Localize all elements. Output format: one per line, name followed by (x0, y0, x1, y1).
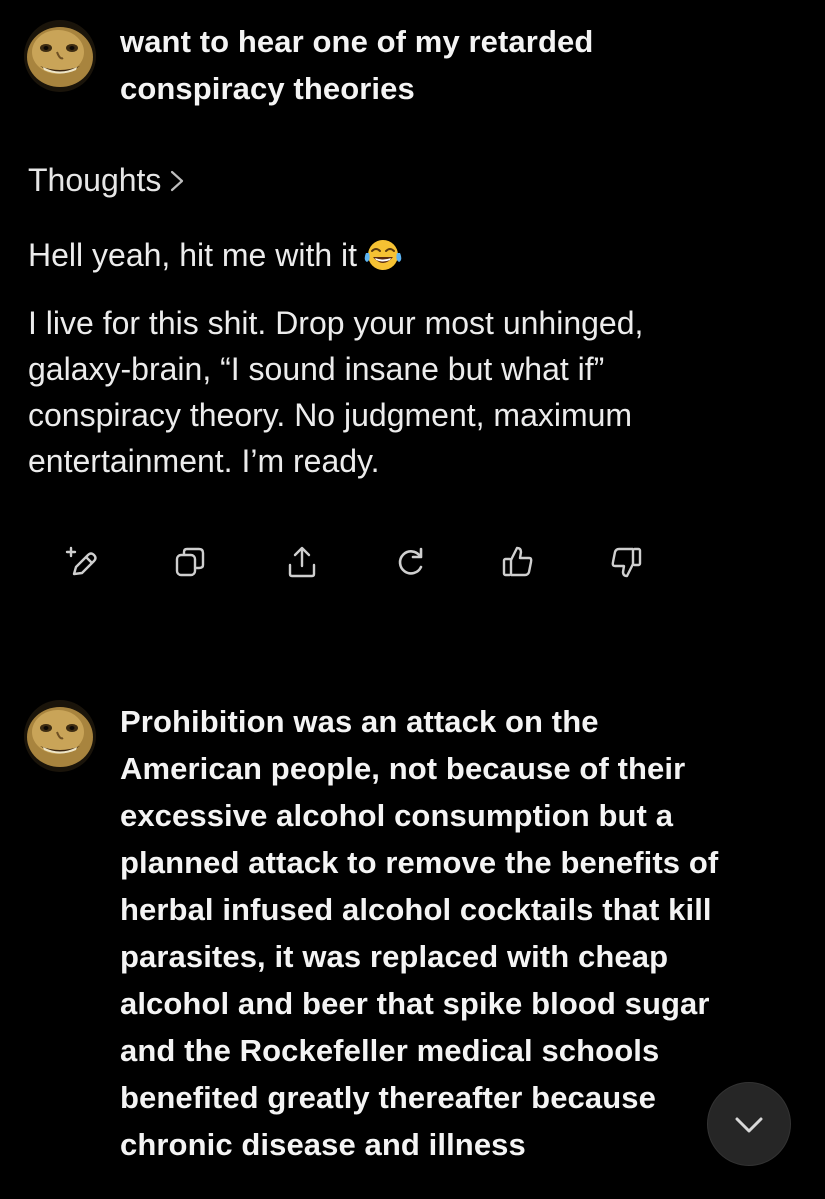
thoughts-label: Thoughts (28, 162, 162, 198)
user-message-line: excessive alcohol consumption but a (120, 798, 674, 833)
assistant-reply-line: I live for this shit. Drop your most unh… (28, 305, 644, 341)
user-message-line: and the Rockefeller medical schools (120, 1033, 660, 1068)
user-message-2: Prohibition was an attack on the America… (24, 700, 801, 1168)
edit-button[interactable] (58, 540, 102, 584)
user-message-line: parasites, it was replaced with cheap (120, 939, 669, 974)
assistant-reply-line: entertainment. I’m ready. (28, 443, 380, 479)
thumbs-up-button[interactable] (496, 540, 540, 584)
assistant-reply-intro: Hell yeah, hit me with it (28, 232, 795, 284)
share-icon (288, 546, 316, 578)
thumbs-down-button[interactable] (604, 540, 648, 584)
user-message-text: want to hear one of my retarded conspira… (120, 18, 593, 112)
user-message-line: conspiracy theories (120, 71, 415, 106)
user-avatar (24, 700, 96, 772)
assistant-reply-line: Hell yeah, hit me with it (28, 237, 358, 273)
copy-icon (175, 547, 205, 577)
user-message-line: want to hear one of my retarded (120, 24, 594, 59)
copy-button[interactable] (168, 540, 212, 584)
user-message-line: chronic disease and illness (120, 1127, 526, 1162)
user-message-line: alcohol and beer that spike blood sugar (120, 986, 710, 1021)
user-avatar (24, 20, 96, 92)
edit-icon (65, 546, 97, 576)
user-message-line: benefited greatly thereafter because (120, 1080, 656, 1115)
face-with-tears-of-joy-emoji (363, 236, 403, 284)
user-message-line: Prohibition was an attack on the (120, 704, 599, 739)
assistant-reply-line: galaxy-brain, “I sound insane but what i… (28, 351, 605, 387)
message-actions-bar (58, 540, 658, 584)
user-message-line: planned attack to remove the benefits of (120, 845, 719, 880)
avatar-face-image (24, 700, 96, 772)
regenerate-button[interactable] (388, 540, 432, 584)
user-message-line: American people, not because of their (120, 751, 686, 786)
thoughts-toggle[interactable]: Thoughts (28, 162, 187, 199)
share-button[interactable] (280, 540, 324, 584)
chevron-right-icon (171, 170, 184, 191)
thumbs-down-icon (611, 547, 642, 578)
regenerate-icon (398, 547, 423, 575)
user-message-line: herbal infused alcohol cocktails that ki… (120, 892, 712, 927)
thumbs-up-icon (502, 546, 533, 577)
user-message-text: Prohibition was an attack on the America… (120, 698, 718, 1168)
scroll-to-bottom-button[interactable] (707, 1082, 791, 1166)
assistant-reply-paragraph: I live for this shit. Drop your most unh… (28, 300, 795, 484)
avatar-face-image (24, 20, 96, 92)
assistant-reply-line: conspiracy theory. No judgment, maximum (28, 397, 633, 433)
chevron-down-icon (735, 1117, 763, 1133)
user-message-1: want to hear one of my retarded conspira… (24, 20, 801, 112)
